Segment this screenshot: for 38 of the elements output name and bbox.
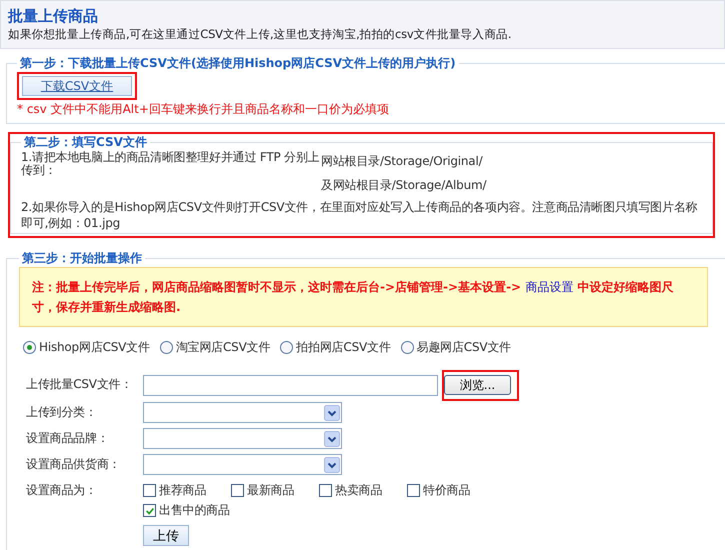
page-description: 如果你想批量上传商品,可在这里通过CSV文件上传,这里也支持淘宝,拍拍的csv文件批量导入商品.	[8, 26, 512, 42]
settings-link[interactable]: 商品设置	[525, 280, 574, 294]
field-label: 设置商品品牌：	[26, 430, 110, 447]
step-legend: 第三步：开始批量操作	[19, 250, 145, 267]
file-path-field[interactable]	[143, 375, 438, 396]
checkbox[interactable]	[231, 484, 244, 497]
dropdown-field[interactable]	[143, 402, 342, 423]
radio-button[interactable]	[23, 341, 36, 354]
checkbox[interactable]	[407, 484, 420, 497]
step-legend: 第二步：填写CSV文件	[21, 134, 150, 151]
dropdown-field[interactable]	[143, 428, 342, 449]
step-legend: 第一步：下载批量上传CSV文件(选择使用Hishop网店CSV文件上传的用户执行)	[17, 55, 459, 72]
page-title: 批量上传商品	[8, 6, 99, 26]
browse-button[interactable]: 浏览...	[444, 375, 511, 395]
radio-button[interactable]	[400, 341, 414, 354]
instruction-text: 1.请把本地电脑上的商品清晰图整理好并通过 FTP 分别上传到：	[21, 151, 321, 179]
checkbox-label: 特价商品	[423, 483, 470, 498]
download-button[interactable]: 下载CSV文件	[22, 76, 132, 96]
radio-button[interactable]	[280, 341, 294, 354]
checkbox[interactable]	[143, 504, 156, 517]
checkbox-label: 最新商品	[247, 483, 294, 498]
path-text: 网站根目录/Storage/Original/	[321, 153, 484, 169]
field-label: 设置商品为：	[26, 482, 98, 499]
path-text: 及网站根目录/Storage/Album/	[321, 177, 486, 193]
notice-text: 注：批量上传完毕后，网店商品缩略图暂时不显示，这时需在后台->店铺管理->基本设置-> 商品设置 中设定好缩略图尺寸，保存并重新生成缩略图.	[32, 279, 674, 316]
field-label: 上传到分类：	[26, 404, 98, 421]
checkbox-label: 推荐商品	[159, 483, 206, 498]
required-note: * csv 文件中不能用Alt+回车键来换行并且商品名称和一口价为必填项	[17, 102, 390, 117]
upload-button[interactable]: 上传	[143, 525, 189, 546]
instruction-text: 2.如果你导入的是Hishop网店CSV文件则打开CSV文件，在里面对应处写入上传商品的各项内容。注意商品清晰图只填写图片名称即可,例如：01.jpg	[21, 199, 698, 231]
checkbox[interactable]	[319, 484, 332, 497]
checkbox[interactable]	[143, 484, 156, 497]
field-label: 设置商品供货商：	[26, 456, 122, 473]
checkbox-label: 出售中的商品	[159, 503, 230, 518]
dropdown-field[interactable]	[143, 454, 342, 475]
field-label: 上传批量CSV文件：	[26, 376, 134, 393]
checkbox-label: 热卖商品	[335, 483, 382, 498]
radio-button[interactable]	[160, 341, 173, 354]
